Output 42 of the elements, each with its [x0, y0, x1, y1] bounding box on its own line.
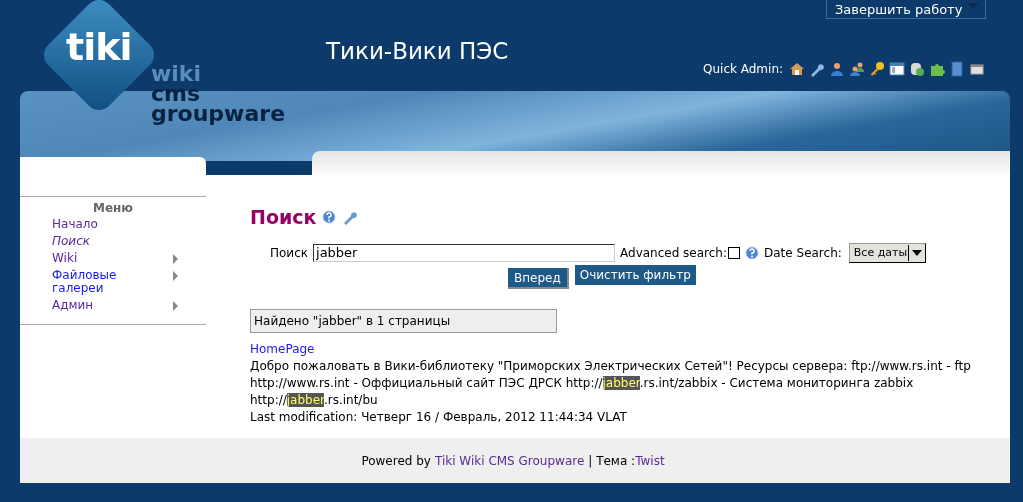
menu-item[interactable]: Поиск: [52, 233, 162, 250]
users-icon[interactable]: [849, 61, 866, 77]
logout-button[interactable]: Завершить работу: [826, 0, 986, 19]
menu-item[interactable]: Начало: [52, 216, 162, 233]
menu-item[interactable]: Wiki: [52, 250, 162, 267]
search-label: Поиск: [270, 245, 308, 262]
window-bar-icon[interactable]: [969, 61, 986, 77]
advanced-search-checkbox[interactable]: [728, 247, 740, 259]
result-summary: Найдено "jabber" в 1 страницы: [250, 309, 557, 333]
last-modified-text: Last modification: Четверг 16 / Февраль, 2012 11:44:34 VLAT: [250, 409, 628, 426]
help-icon[interactable]: [745, 246, 759, 260]
result-link[interactable]: HomePage: [250, 341, 975, 358]
logo-tagline: groupware: [151, 104, 286, 124]
puzzle-icon[interactable]: [929, 61, 946, 77]
site-title: Тики-Вики ПЭС: [326, 37, 509, 66]
page-title: Поиск: [250, 205, 317, 229]
user-icon[interactable]: [829, 61, 846, 77]
quick-admin-label: Quick Admin:: [703, 61, 784, 78]
footer-text: Powered by: [361, 452, 431, 470]
book-icon[interactable]: [949, 61, 966, 77]
clear-filter-button[interactable]: Очистить фильтр: [574, 265, 696, 285]
key-icon[interactable]: [869, 61, 886, 77]
menu-title: Меню: [91, 200, 134, 216]
logo-text: tiki: [66, 28, 132, 66]
menu-item[interactable]: Админ: [52, 297, 162, 314]
footer-link[interactable]: Tiki Wiki CMS Groupware: [434, 451, 585, 470]
caret-icon: [912, 250, 923, 256]
footer-link[interactable]: Twist: [635, 451, 665, 470]
search-field[interactable]: jabber: [313, 244, 615, 262]
logo-tagline: wiki: [151, 64, 203, 84]
window-icon[interactable]: [889, 61, 906, 77]
menu-item[interactable]: Файловые галереи: [52, 267, 162, 297]
wrench-icon[interactable]: [809, 61, 826, 77]
footer-text: | Тема :: [588, 452, 636, 470]
advanced-search-label: Advanced search:: [620, 245, 727, 262]
date-search-label: Date Search:: [764, 245, 842, 262]
wrench-icon[interactable]: [342, 209, 359, 225]
home-icon[interactable]: [789, 61, 806, 77]
caret-icon: [968, 3, 978, 9]
submit-button[interactable]: Вперед: [508, 268, 569, 289]
date-select[interactable]: Все даты: [848, 243, 927, 263]
help-icon[interactable]: [322, 210, 337, 224]
